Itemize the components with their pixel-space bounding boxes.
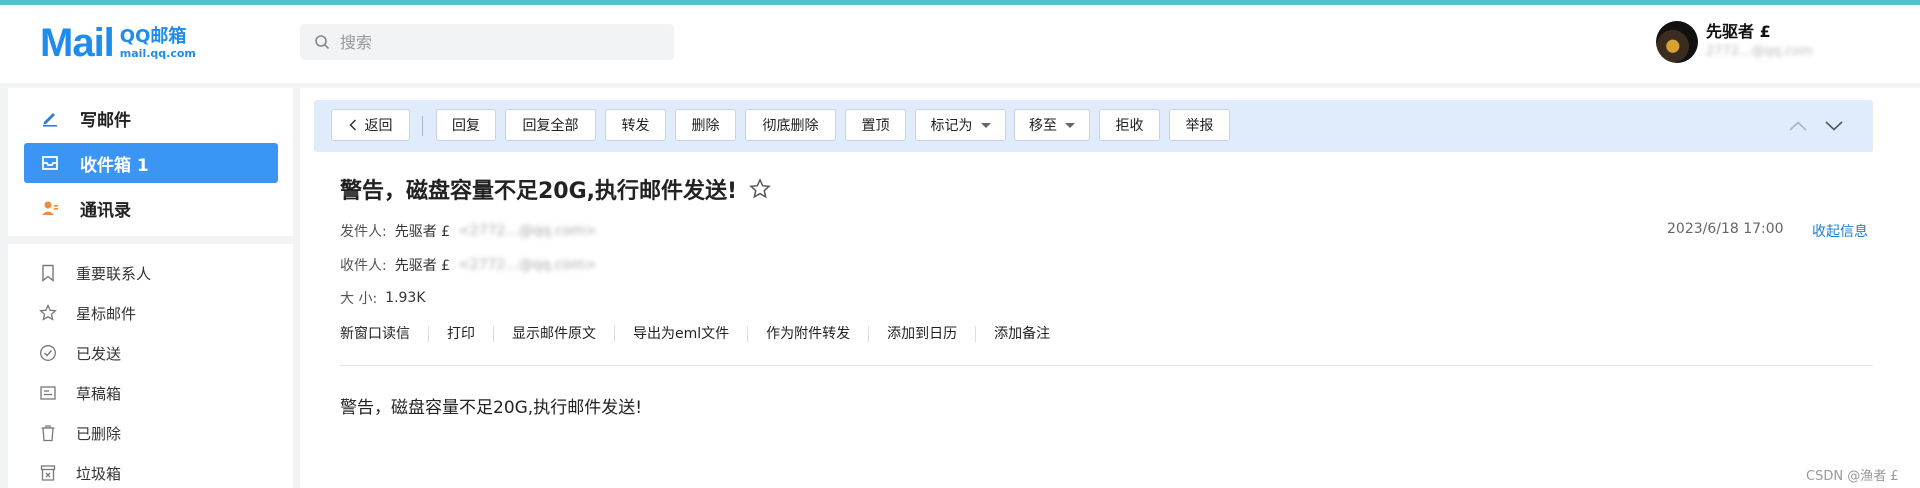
reject-button[interactable]: 拒收 <box>1099 109 1160 141</box>
mail-body: 警告，磁盘容量不足20G,执行邮件发送! <box>340 398 643 418</box>
permanent-delete-button[interactable]: 彻底删除 <box>745 109 836 141</box>
sidebar-item-spam[interactable]: 垃圾箱 <box>38 458 121 488</box>
sidebar-folders: 重要联系人 星标邮件 已发送 草稿箱 已删除 垃圾箱 <box>8 244 293 488</box>
caret-down-icon <box>1065 122 1075 128</box>
open-in-new-window-link[interactable]: 新窗口读信 <box>340 326 428 342</box>
draft-icon <box>38 383 58 403</box>
sidebar-primary: 写邮件 收件箱 1 通讯录 <box>8 88 293 236</box>
next-mail-button[interactable] <box>1822 114 1846 138</box>
recipient-name[interactable]: 先驱者 £ <box>395 255 450 275</box>
search-box[interactable] <box>300 24 674 60</box>
logo-product: QQ邮箱 <box>119 25 187 47</box>
sender-row: 发件人: 先驱者 £ <2772...@qq.com> <box>340 221 597 241</box>
reply-all-button[interactable]: 回复全部 <box>505 109 596 141</box>
sidebar-item-deleted[interactable]: 已删除 <box>38 418 121 448</box>
folder-label: 已删除 <box>76 424 122 443</box>
bookmark-icon <box>38 263 58 283</box>
mail-read-pane: 返回 回复 回复全部 转发 删除 彻底删除 置顶 标记为 移至 拒收 举报 警告… <box>300 88 1920 488</box>
print-link[interactable]: 打印 <box>428 326 493 342</box>
recipient-row: 收件人: 先驱者 £ <2772...@qq.com> <box>340 255 597 275</box>
chevron-up-icon <box>1789 121 1807 131</box>
folder-label: 草稿箱 <box>76 384 122 403</box>
mail-subject: 警告，磁盘容量不足20G,执行邮件发送! <box>340 173 771 205</box>
qq-mail-logo[interactable]: Mail QQ邮箱 mail.qq.com <box>40 23 196 63</box>
mail-date: 2023/6/18 17:00 <box>1667 221 1784 237</box>
star-toggle[interactable] <box>749 178 771 200</box>
toolbar-separator <box>422 116 423 136</box>
inbox-icon <box>40 153 60 173</box>
move-to-dropdown[interactable]: 移至 <box>1014 109 1090 141</box>
divider <box>340 365 1873 366</box>
reply-button[interactable]: 回复 <box>436 109 496 141</box>
check-circle-icon <box>38 343 58 363</box>
forward-as-attachment-link[interactable]: 作为附件转发 <box>747 326 868 342</box>
mark-as-dropdown[interactable]: 标记为 <box>915 109 1006 141</box>
report-button[interactable]: 举报 <box>1169 109 1230 141</box>
trash-icon <box>38 423 58 443</box>
size-label: 大 小: <box>340 291 378 307</box>
folder-label: 已发送 <box>76 344 122 363</box>
recipient-email[interactable]: <2772...@qq.com> <box>458 257 597 273</box>
from-label: 发件人: <box>340 224 387 240</box>
sidebar-item-contacts[interactable]: 通讯录 <box>24 188 278 228</box>
pen-icon <box>40 108 60 128</box>
inbox-label: 收件箱 1 <box>80 155 149 176</box>
spam-icon <box>38 463 58 483</box>
user-email: 2772...@qq.com <box>1706 44 1813 59</box>
folder-label: 重要联系人 <box>76 264 152 283</box>
mail-actions-bar: 新窗口读信 打印 显示邮件原文 导出为eml文件 作为附件转发 添加到日历 添加… <box>340 326 1068 342</box>
logo-mail-wordmark: Mail <box>40 21 115 65</box>
user-name: 先驱者 £ <box>1706 22 1771 41</box>
user-profile[interactable]: 先驱者 £ 2772...@qq.com <box>1656 21 1813 63</box>
chevron-left-icon <box>348 119 356 131</box>
collapse-info-link[interactable]: 收起信息 <box>1812 221 1868 241</box>
sender-email[interactable]: <2772...@qq.com> <box>458 223 597 239</box>
star-icon <box>38 303 58 323</box>
header: Mail QQ邮箱 mail.qq.com 先驱者 £ 2772...@qq.c… <box>0 5 1920 83</box>
compose-label: 写邮件 <box>80 110 131 131</box>
show-source-link[interactable]: 显示邮件原文 <box>493 326 614 342</box>
sidebar-item-inbox[interactable]: 收件箱 1 <box>24 143 278 183</box>
sender-name[interactable]: 先驱者 £ <box>395 221 450 241</box>
contacts-label: 通讯录 <box>80 200 131 221</box>
mail-toolbar: 返回 回复 回复全部 转发 删除 彻底删除 置顶 标记为 移至 拒收 举报 <box>314 100 1873 152</box>
size-row: 大 小: 1.93K <box>340 288 426 308</box>
star-icon <box>749 178 771 199</box>
avatar[interactable] <box>1656 21 1698 63</box>
search-icon <box>315 35 330 50</box>
add-to-calendar-link[interactable]: 添加到日历 <box>868 326 975 342</box>
back-button[interactable]: 返回 <box>331 109 410 141</box>
export-eml-link[interactable]: 导出为eml文件 <box>614 326 747 342</box>
mail-size: 1.93K <box>385 290 426 306</box>
chevron-down-icon <box>1825 121 1843 131</box>
watermark: CSDN @渔者 £ <box>1806 469 1899 484</box>
folder-label: 星标邮件 <box>76 304 137 323</box>
sidebar-item-sent[interactable]: 已发送 <box>38 338 121 368</box>
forward-button[interactable]: 转发 <box>605 109 666 141</box>
contacts-icon <box>40 198 60 218</box>
caret-down-icon <box>980 122 991 128</box>
compose-button[interactable]: 写邮件 <box>24 98 278 138</box>
previous-mail-button[interactable] <box>1786 114 1810 138</box>
sidebar-item-starred[interactable]: 星标邮件 <box>38 298 136 328</box>
sidebar-item-important-contacts[interactable]: 重要联系人 <box>38 258 151 288</box>
search-input[interactable] <box>338 31 662 53</box>
folder-label: 垃圾箱 <box>76 464 122 483</box>
delete-button[interactable]: 删除 <box>675 109 736 141</box>
logo-domain: mail.qq.com <box>119 46 196 60</box>
pin-top-button[interactable]: 置顶 <box>845 109 906 141</box>
to-label: 收件人: <box>340 258 387 274</box>
sidebar-item-drafts[interactable]: 草稿箱 <box>38 378 121 408</box>
add-note-link[interactable]: 添加备注 <box>975 326 1068 342</box>
